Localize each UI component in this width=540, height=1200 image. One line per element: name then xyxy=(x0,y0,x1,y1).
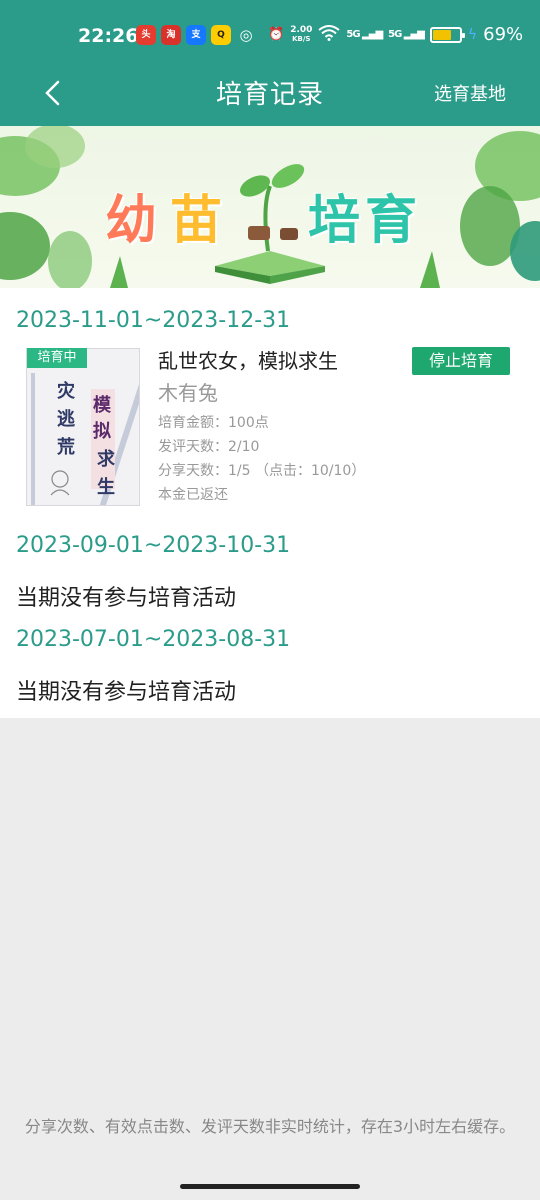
status-badge: 培育中 xyxy=(27,348,87,368)
period-date-range: 2023-09-01~2023-10-31 xyxy=(16,533,291,558)
qq-app-icon: Q xyxy=(211,25,231,45)
stats-disclaimer: 分享次数、有效点击数、发评天数非实时统计，存在3小时左右缓存。 xyxy=(24,1117,516,1136)
breeding-base-link[interactable]: 选育基地 xyxy=(434,80,506,106)
cover-title-char: 灾 xyxy=(57,381,75,402)
signal-1-label: 5G xyxy=(346,29,360,40)
network-speed-unit: KB/S xyxy=(292,34,311,43)
stop-breeding-button[interactable]: 停止培育 xyxy=(412,347,510,375)
cover-title-char: 生 xyxy=(97,477,115,498)
share-days: 分享天数：1/5 （点击：10/10） xyxy=(158,463,366,479)
cover-title-char: 荒 xyxy=(57,437,75,458)
alarm-icon: ⏰ xyxy=(268,27,285,42)
alipay-app-icon: 支 xyxy=(186,25,206,45)
principal-status: 本金已返还 xyxy=(158,487,228,503)
battery-percent: 69% xyxy=(483,24,524,45)
cover-title-char: 拟 xyxy=(93,421,111,442)
network-speed-value: 2.00 xyxy=(290,24,313,35)
signal-icon: 5G ▂▄▆ xyxy=(388,29,425,40)
cover-title-char: 模 xyxy=(93,395,111,416)
banner-char: 苗 xyxy=(170,191,223,251)
seedling-banner: 幼 苗 培 育 xyxy=(0,126,540,288)
signal-icon: 5G ▂▄▆ xyxy=(346,29,383,40)
cover-title-char: 求 xyxy=(97,449,115,470)
signal-2-label: 5G xyxy=(388,29,402,40)
banner-char: 培 xyxy=(308,191,361,251)
network-speed: 2.00 KB/S xyxy=(290,24,313,44)
cover-title-char: 逃 xyxy=(57,409,75,430)
status-bar: 22:26 头 淘 支 Q ◎ ⏰ 2.00 KB/S 5G ▂▄▆ 5G ▂▄… xyxy=(0,0,540,72)
book-cover-image[interactable]: 灾 逃 荒 模 拟 求 生 xyxy=(26,348,140,506)
battery-fill xyxy=(432,29,451,40)
period-date-range: 2023-07-01~2023-08-31 xyxy=(16,627,291,652)
breeding-amount: 培育金额：100点 xyxy=(158,415,269,431)
home-indicator[interactable] xyxy=(180,1184,360,1189)
book-author: 木有兔 xyxy=(158,381,218,405)
period-date-range: 2023-11-01~2023-12-31 xyxy=(16,308,291,333)
wechat-icon: ◎ xyxy=(239,26,253,44)
toutiao-app-icon: 头 xyxy=(136,25,156,45)
notification-icons: 头 淘 支 Q ◎ xyxy=(136,25,256,45)
cover-character-icon xyxy=(50,470,70,496)
empty-period-message: 当期没有参与培育活动 xyxy=(16,586,237,611)
book-title[interactable]: 乱世农女，模拟求生 xyxy=(158,345,338,374)
wifi-icon xyxy=(318,24,341,45)
status-time: 22:26 xyxy=(78,25,139,47)
taobao-app-icon: 淘 xyxy=(161,25,181,45)
charging-icon: ϟ xyxy=(467,26,478,43)
empty-period-message: 当期没有参与培育活动 xyxy=(16,680,237,705)
review-days: 发评天数：2/10 xyxy=(158,439,260,455)
battery-icon xyxy=(429,26,465,43)
banner-char: 育 xyxy=(365,191,418,251)
page-header: 培育记录 选育基地 xyxy=(0,72,540,126)
system-status: ⏰ 2.00 KB/S 5G ▂▄▆ 5G ▂▄▆ ϟ 69% xyxy=(268,24,523,45)
banner-char: 幼 xyxy=(105,191,158,251)
leaf-decoration-icon xyxy=(0,126,540,288)
records-list: 2023-11-01~2023-12-31 灾 逃 荒 模 拟 求 生 培育中 … xyxy=(0,288,540,718)
